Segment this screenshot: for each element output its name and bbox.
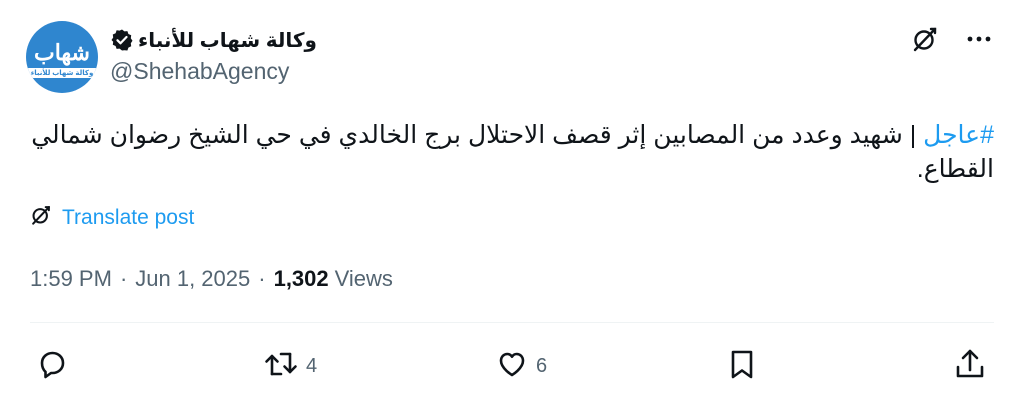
reply-icon [34, 346, 70, 387]
tweet-meta: 1:59 PM · Jun 1, 2025 · 1,302 Views [30, 266, 393, 292]
bookmark-button[interactable] [724, 346, 760, 386]
hashtag-link[interactable]: #عاجل [923, 121, 994, 149]
heart-icon [494, 346, 530, 387]
avatar-subtitle: وكالة شهاب للأنباء [26, 68, 98, 78]
bookmark-icon [724, 346, 760, 387]
share-button[interactable] [952, 346, 988, 386]
author-display-name[interactable]: وكالة شهاب للأنباء [138, 28, 317, 53]
divider [30, 322, 994, 323]
avatar[interactable]: شهاب وكالة شهاب للأنباء [26, 21, 98, 93]
verified-badge-icon [110, 28, 134, 52]
meta-separator: · [258, 266, 266, 291]
share-icon [952, 346, 988, 387]
more-options-icon[interactable] [964, 24, 994, 54]
views-label: Views [334, 266, 393, 291]
tweet-card: شهاب وكالة شهاب للأنباء وكالة شهاب للأنب… [0, 0, 1024, 408]
repost-button[interactable]: 4 [262, 346, 317, 386]
tweet-time[interactable]: 1:59 PM [30, 266, 112, 292]
author-name-row[interactable]: وكالة شهاب للأنباء [110, 25, 317, 55]
repost-count: 4 [306, 354, 318, 377]
translate-post-button[interactable]: Translate post [30, 204, 194, 231]
repost-icon [262, 346, 300, 387]
meta-separator: · [119, 266, 128, 291]
tweet-top-actions [910, 24, 994, 54]
like-count: 6 [536, 354, 548, 377]
tweet-text: #عاجل | شهيد وعدد من المصابين إثر قصف ال… [24, 118, 994, 186]
author-handle[interactable]: @ShehabAgency [110, 58, 289, 85]
avatar-logo: شهاب [34, 40, 90, 66]
views-count: 1,302 [273, 266, 329, 291]
tweet-body-text: | شهيد وعدد من المصابين إثر قصف الاحتلال… [31, 121, 994, 183]
grok-icon [30, 204, 52, 231]
grok-icon[interactable] [910, 24, 940, 54]
tweet-date[interactable]: Jun 1, 2025 [135, 266, 250, 292]
translate-post-label: Translate post [62, 205, 195, 229]
like-button[interactable]: 6 [494, 346, 547, 386]
reply-button[interactable] [34, 346, 76, 386]
